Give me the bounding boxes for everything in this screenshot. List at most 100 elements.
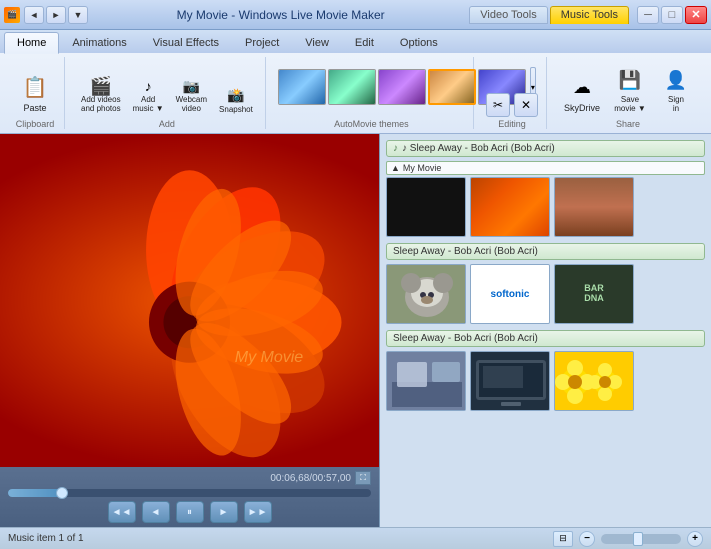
zoom-in-button[interactable]: + (687, 531, 703, 547)
cut-icon: ✂ (493, 98, 503, 112)
pause-button[interactable]: ⏸ (176, 501, 204, 523)
status-right: ⊟ − + (553, 531, 703, 547)
webcam-button[interactable]: 📷 Webcamvideo (172, 73, 211, 117)
tab-project-label: Project (245, 37, 279, 49)
tab-edit-label: Edit (355, 37, 374, 49)
theme4-img (430, 71, 474, 103)
share-group: ☁ SkyDrive 💾 Savemovie ▼ 👤 Signin Share (551, 57, 705, 129)
playback-buttons: ◄◄ ◄ ⏸ ► ►► (8, 501, 371, 523)
preview-video[interactable]: My Movie (0, 134, 379, 467)
tab-project[interactable]: Project (232, 32, 292, 53)
fast-forward-button[interactable]: ►► (244, 501, 272, 523)
tab-options[interactable]: Options (387, 32, 451, 53)
save-movie-button[interactable]: 💾 Savemovie ▼ (609, 61, 651, 117)
thumb-section2-0[interactable] (386, 264, 466, 324)
automovie-group-label: AutoMovie themes (334, 119, 409, 129)
paste-button[interactable]: 📋 Paste (14, 68, 56, 117)
theme2-thumb[interactable] (328, 69, 376, 105)
seek-bar[interactable] (8, 489, 371, 497)
thumb-section3-2[interactable] (554, 351, 634, 411)
share-inner: ☁ SkyDrive 💾 Savemovie ▼ 👤 Signin (559, 57, 697, 117)
delete-button[interactable]: ✕ (514, 93, 538, 117)
thumb-section1-1[interactable] (470, 177, 550, 237)
editing-group-label: Editing (498, 119, 526, 129)
add-music-icon: ♪ (138, 76, 158, 96)
maximize-icon: □ (669, 9, 676, 21)
tab-edit[interactable]: Edit (342, 32, 387, 53)
close-button[interactable]: ✕ (685, 6, 707, 24)
tab-view[interactable]: View (292, 32, 342, 53)
section2-thumbs: s oftonic BARDNA (386, 264, 705, 324)
section1-music-icon: ♪ (393, 143, 398, 154)
sign-in-button[interactable]: 👤 Signin (655, 61, 697, 117)
maximize-button[interactable]: □ (661, 6, 683, 24)
view-toggle-btn[interactable]: ⊟ (553, 531, 573, 547)
theme1-img (279, 70, 325, 104)
zoom-handle[interactable] (633, 532, 643, 546)
storyboard-panel[interactable]: ♪ ♪ Sleep Away - Bob Acri (Bob Acri) ▲ M… (380, 134, 711, 527)
screen-svg (471, 352, 550, 411)
save-movie-icon: 💾 (614, 64, 646, 96)
theme1-thumb[interactable] (278, 69, 326, 105)
cut-button[interactable]: ✂ (486, 93, 510, 117)
minimize-button[interactable]: ─ (637, 6, 659, 24)
section1-thumbs (386, 177, 705, 237)
tab-home[interactable]: Home (4, 32, 59, 54)
back-button[interactable]: ◄ (24, 6, 44, 24)
music-tools-tab[interactable]: Music Tools (550, 6, 629, 24)
zoom-plus-icon: + (692, 533, 698, 544)
minimize-icon: ─ (644, 9, 652, 21)
tab-animations[interactable]: Animations (59, 32, 139, 53)
window-controls[interactable]: ─ □ ✕ (637, 6, 707, 24)
skydrive-icon: ☁ (566, 71, 598, 103)
tab-view-label: View (305, 37, 329, 49)
tool-tabs[interactable]: Video Tools Music Tools (469, 6, 629, 24)
add-music-label: Addmusic ▼ (133, 96, 164, 114)
add-music-button[interactable]: ♪ Addmusic ▼ (129, 73, 168, 117)
thumb-section2-1[interactable]: s oftonic (470, 264, 550, 324)
ribbon: Home Animations Visual Effects Project V… (0, 30, 711, 134)
title-bar-left: 🎬 ◄ ► ▼ My Movie - Windows Live Movie Ma… (4, 6, 469, 24)
theme3-img (379, 70, 425, 104)
thumb-section1-2[interactable] (554, 177, 634, 237)
section3-header: Sleep Away - Bob Acri (Bob Acri) (386, 330, 705, 347)
thumb-section3-1[interactable] (470, 351, 550, 411)
forward-button[interactable]: ► (46, 6, 66, 24)
theme3-thumb[interactable] (378, 69, 426, 105)
add-videos-button[interactable]: 🎬 Add videosand photos (77, 73, 125, 117)
back-frame-button[interactable]: ◄ (142, 501, 170, 523)
video-tools-label: Video Tools (480, 9, 536, 21)
back-icon: ◄ (30, 10, 39, 20)
save-movie-label: Savemovie ▼ (614, 96, 645, 114)
section1-header-text: ♪ Sleep Away - Bob Acri (Bob Acri) (402, 143, 555, 154)
ribbon-tabs[interactable]: Home Animations Visual Effects Project V… (0, 30, 711, 53)
thumb-section1-0[interactable] (386, 177, 466, 237)
section1-movie-text: My Movie (403, 163, 442, 173)
dna-container: BARDNA (555, 265, 633, 323)
delete-icon: ✕ (521, 98, 531, 112)
theme4-thumb[interactable] (428, 69, 476, 105)
preview-watermark: My Movie (235, 349, 303, 367)
section2-header: Sleep Away - Bob Acri (Bob Acri) (386, 243, 705, 260)
share-group-label: Share (616, 119, 640, 129)
nav-buttons[interactable]: ◄ ► ▼ (24, 6, 88, 24)
dropdown-button[interactable]: ▼ (68, 6, 88, 24)
zoom-slider[interactable] (601, 534, 681, 544)
skydrive-button[interactable]: ☁ SkyDrive (559, 68, 605, 117)
preview-panel: My Movie 00:06,68/00:57,00 ⛶ ◄◄ ◄ ⏸ (0, 134, 380, 527)
sign-in-label: Signin (668, 96, 684, 114)
zoom-out-button[interactable]: − (579, 531, 595, 547)
tab-visual-effects[interactable]: Visual Effects (140, 32, 232, 53)
editing-inner: ✂ ✕ (486, 57, 538, 117)
snapshot-button[interactable]: 📸 Snapshot (215, 82, 257, 117)
thumb-section3-0[interactable] (386, 351, 466, 411)
pause-icon: ⏸ (187, 507, 192, 518)
thumb-section2-2[interactable]: BARDNA (554, 264, 634, 324)
preview-controls: 00:06,68/00:57,00 ⛶ ◄◄ ◄ ⏸ ► (0, 467, 379, 527)
seek-handle[interactable] (56, 487, 68, 499)
video-tools-tab[interactable]: Video Tools (469, 6, 547, 24)
rewind-button[interactable]: ◄◄ (108, 501, 136, 523)
fullscreen-button[interactable]: ⛶ (355, 471, 371, 485)
ribbon-content: 📋 Paste Clipboard 🎬 Add videosand photos… (0, 53, 711, 133)
next-frame-button[interactable]: ► (210, 501, 238, 523)
